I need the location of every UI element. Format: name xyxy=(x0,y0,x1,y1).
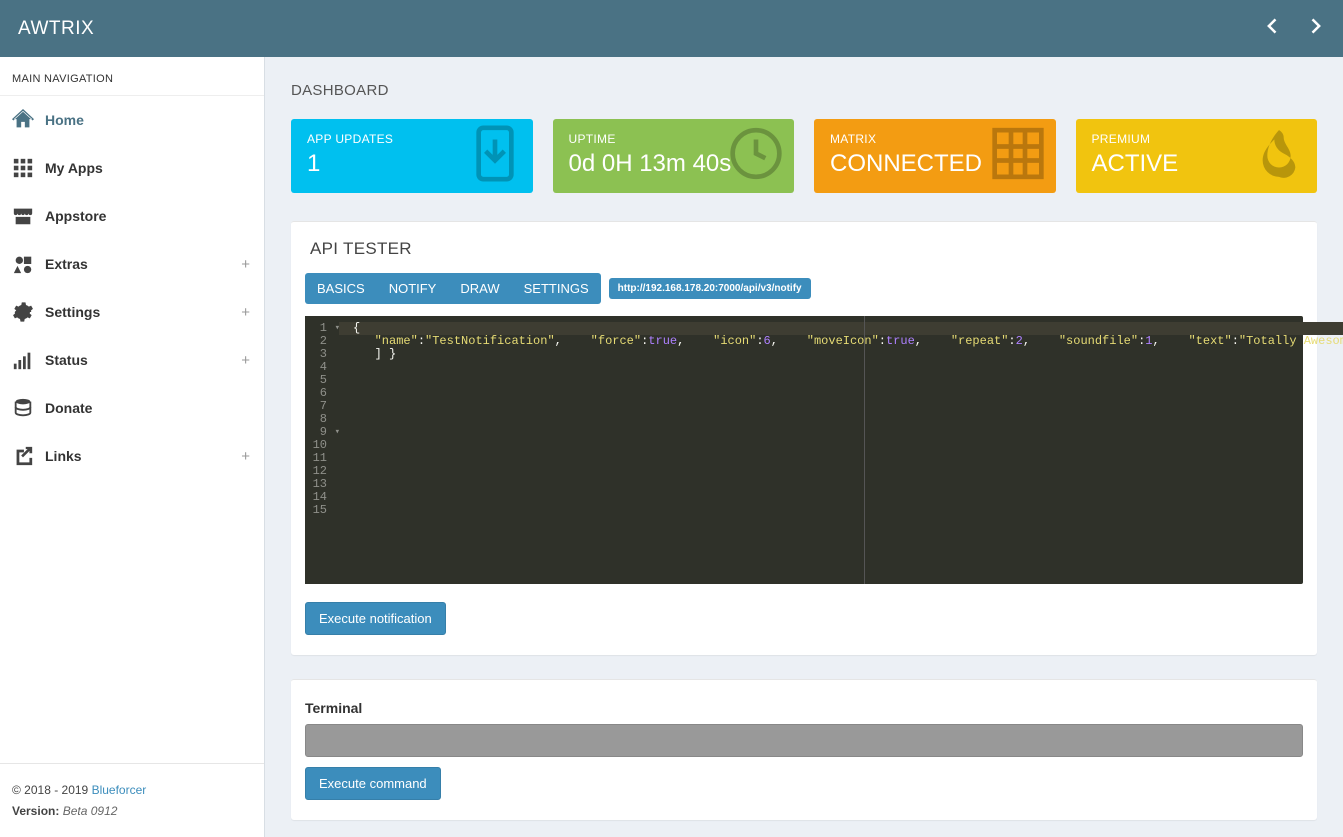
home-icon xyxy=(12,109,45,131)
execute-command-button[interactable]: Execute command xyxy=(305,767,441,800)
sidebar-item-home[interactable]: Home xyxy=(0,96,264,144)
execute-notification-button[interactable]: Execute notification xyxy=(305,602,446,635)
sidebar-item-status[interactable]: Status + xyxy=(0,336,264,384)
external-link-icon xyxy=(12,445,45,467)
card-app-updates: APP UPDATES 1 xyxy=(291,119,533,193)
sidebar-item-extras[interactable]: Extras + xyxy=(0,240,264,288)
tab-basics[interactable]: BASICS xyxy=(305,273,377,304)
tab-draw[interactable]: DRAW xyxy=(448,273,511,304)
grid-icon xyxy=(12,157,45,179)
donate-icon xyxy=(12,397,45,419)
api-tester-panel: API TESTER BASICS NOTIFY DRAW SETTINGS h… xyxy=(291,221,1317,655)
sidebar-section-label: MAIN NAVIGATION xyxy=(0,57,264,95)
app-header: AWTRIX xyxy=(0,0,1343,57)
version-value: Beta 0912 xyxy=(63,804,118,818)
tab-settings[interactable]: SETTINGS xyxy=(512,273,601,304)
version-label: Version: xyxy=(12,804,59,818)
sidebar-item-label: Settings xyxy=(45,304,100,320)
terminal-label: Terminal xyxy=(305,700,1303,716)
tab-notify[interactable]: NOTIFY xyxy=(377,273,449,304)
sidebar: MAIN NAVIGATION Home My Apps Appstore xyxy=(0,57,265,837)
sidebar-menu: Home My Apps Appstore Extras + xyxy=(0,95,264,763)
signal-icon xyxy=(12,349,45,371)
sidebar-item-label: Appstore xyxy=(45,208,106,224)
app-title: AWTRIX xyxy=(18,18,94,40)
endpoint-badge: http://192.168.178.20:7000/api/v3/notify xyxy=(609,278,811,299)
sidebar-item-settings[interactable]: Settings + xyxy=(0,288,264,336)
panel-title: API TESTER xyxy=(291,222,1317,273)
card-uptime: UPTIME 0d 0H 13m 40s xyxy=(553,119,795,193)
stat-cards: APP UPDATES 1 UPTIME 0d 0H 13m 40s MATRI… xyxy=(291,119,1317,193)
sidebar-item-label: My Apps xyxy=(45,160,103,176)
sidebar-item-label: Links xyxy=(45,448,82,464)
expand-icon: + xyxy=(241,448,250,465)
matrix-icon xyxy=(990,126,1046,187)
code-editor[interactable]: 123456789101112131415 { "name":"TestNoti… xyxy=(305,316,1303,584)
fire-icon xyxy=(1251,126,1307,187)
expand-icon: + xyxy=(241,256,250,273)
card-premium: PREMIUM ACTIVE xyxy=(1076,119,1318,193)
sidebar-item-myapps[interactable]: My Apps xyxy=(0,144,264,192)
main-content: DASHBOARD APP UPDATES 1 UPTIME 0d 0H 13m… xyxy=(265,57,1343,837)
clock-icon xyxy=(728,126,784,187)
code-body[interactable]: { "name":"TestNotification", "force":tru… xyxy=(339,316,1343,584)
prev-icon[interactable] xyxy=(1263,16,1283,41)
terminal-panel: Terminal Execute command xyxy=(291,679,1317,820)
next-icon[interactable] xyxy=(1305,16,1325,41)
terminal-input[interactable] xyxy=(305,724,1303,757)
extras-icon xyxy=(12,253,45,275)
sidebar-item-label: Status xyxy=(45,352,88,368)
sidebar-item-label: Home xyxy=(45,112,84,128)
page-title: DASHBOARD xyxy=(291,82,1317,99)
sidebar-item-appstore[interactable]: Appstore xyxy=(0,192,264,240)
sidebar-footer: © 2018 - 2019 Blueforcer Version: Beta 0… xyxy=(0,763,264,837)
code-gutter: 123456789101112131415 xyxy=(305,316,339,584)
company-link[interactable]: Blueforcer xyxy=(92,783,147,797)
download-icon xyxy=(467,126,523,187)
expand-icon: + xyxy=(241,352,250,369)
sidebar-item-label: Donate xyxy=(45,400,92,416)
sidebar-item-label: Extras xyxy=(45,256,88,272)
copyright-text: © 2018 - 2019 xyxy=(12,783,92,797)
card-matrix: MATRIX CONNECTED xyxy=(814,119,1056,193)
header-nav xyxy=(1263,16,1325,41)
store-icon xyxy=(12,205,45,227)
expand-icon: + xyxy=(241,304,250,321)
sidebar-item-donate[interactable]: Donate xyxy=(0,384,264,432)
sidebar-item-links[interactable]: Links + xyxy=(0,432,264,480)
gear-icon xyxy=(12,301,45,323)
api-tabs: BASICS NOTIFY DRAW SETTINGS xyxy=(305,273,601,304)
